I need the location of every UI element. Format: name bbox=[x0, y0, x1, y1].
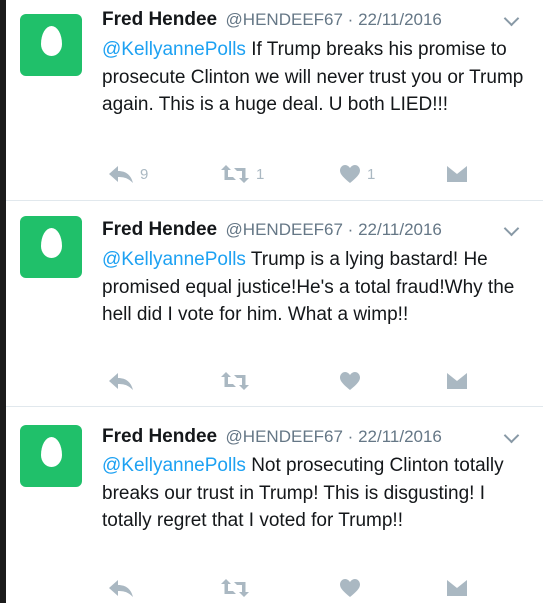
separator: · bbox=[342, 10, 359, 29]
tweet-2[interactable]: Fred Hendee @HENDEEF67 · 22/11/2016 @Kel… bbox=[6, 201, 543, 406]
envelope-icon bbox=[447, 373, 467, 389]
reply-icon bbox=[109, 580, 133, 597]
like-count: 1 bbox=[367, 165, 376, 183]
tweet-date[interactable]: 22/11/2016 bbox=[358, 220, 442, 239]
retweet-icon bbox=[221, 165, 249, 183]
tweet-actions bbox=[102, 369, 543, 393]
avatar[interactable] bbox=[20, 425, 82, 487]
reply-count: 9 bbox=[140, 165, 149, 183]
author-handle[interactable]: @HENDEEF67 bbox=[226, 427, 343, 446]
retweet-icon bbox=[221, 579, 249, 597]
author-handle[interactable]: @HENDEEF67 bbox=[226, 220, 343, 239]
heart-icon bbox=[340, 165, 360, 183]
envelope-icon bbox=[447, 580, 467, 596]
mention-link[interactable]: @KellyannePolls bbox=[102, 455, 246, 476]
author-name[interactable]: Fred Hendee bbox=[102, 426, 217, 447]
author-name[interactable]: Fred Hendee bbox=[102, 219, 217, 240]
tweet-1[interactable]: Fred Hendee @HENDEEF67 · 22/11/2016 @Kel… bbox=[6, 0, 543, 200]
retweet-count: 1 bbox=[256, 165, 265, 183]
tweet-actions: 9 1 1 bbox=[102, 162, 543, 186]
retweet-icon bbox=[221, 372, 249, 390]
reply-button[interactable]: 9 bbox=[108, 162, 148, 186]
tweet-text: @KellyannePolls Not prosecuting Clinton … bbox=[102, 452, 525, 535]
author-name[interactable]: Fred Hendee bbox=[102, 9, 217, 30]
tweet-header: Fred Hendee @HENDEEF67 · 22/11/2016 bbox=[102, 426, 543, 454]
direct-message-button[interactable] bbox=[446, 576, 468, 600]
mention-link[interactable]: @KellyannePolls bbox=[102, 39, 246, 60]
heart-icon bbox=[340, 372, 360, 390]
retweet-button[interactable]: 1 bbox=[220, 162, 264, 186]
tweet-date[interactable]: 22/11/2016 bbox=[358, 10, 442, 29]
reply-button[interactable] bbox=[108, 576, 140, 600]
like-button[interactable]: 1 bbox=[339, 162, 375, 186]
like-button[interactable] bbox=[339, 576, 367, 600]
tweet-header: Fred Hendee @HENDEEF67 · 22/11/2016 bbox=[102, 9, 543, 37]
egg-icon bbox=[41, 437, 62, 467]
separator: · bbox=[342, 427, 359, 446]
tweet-text: @KellyannePolls If Trump breaks his prom… bbox=[102, 36, 525, 119]
like-button[interactable] bbox=[339, 369, 367, 393]
tweet-text: @KellyannePolls Trump is a lying bastard… bbox=[102, 246, 525, 329]
reply-button[interactable] bbox=[108, 369, 140, 393]
retweet-button[interactable] bbox=[220, 576, 256, 600]
envelope-icon bbox=[447, 166, 467, 182]
avatar[interactable] bbox=[20, 14, 82, 76]
egg-icon bbox=[41, 228, 62, 258]
avatar[interactable] bbox=[20, 216, 82, 278]
tweet-date[interactable]: 22/11/2016 bbox=[358, 427, 442, 446]
author-handle[interactable]: @HENDEEF67 bbox=[226, 10, 343, 29]
tweet-header: Fred Hendee @HENDEEF67 · 22/11/2016 bbox=[102, 219, 543, 247]
direct-message-button[interactable] bbox=[446, 162, 468, 186]
reply-icon bbox=[109, 373, 133, 390]
separator: · bbox=[342, 220, 359, 239]
egg-icon bbox=[41, 26, 62, 56]
direct-message-button[interactable] bbox=[446, 369, 468, 393]
retweet-button[interactable] bbox=[220, 369, 256, 393]
tweet-actions bbox=[102, 576, 543, 600]
tweet-3[interactable]: Fred Hendee @HENDEEF67 · 22/11/2016 @Kel… bbox=[6, 407, 543, 603]
mention-link[interactable]: @KellyannePolls bbox=[102, 249, 246, 270]
heart-icon bbox=[340, 579, 360, 597]
reply-icon bbox=[109, 166, 133, 183]
